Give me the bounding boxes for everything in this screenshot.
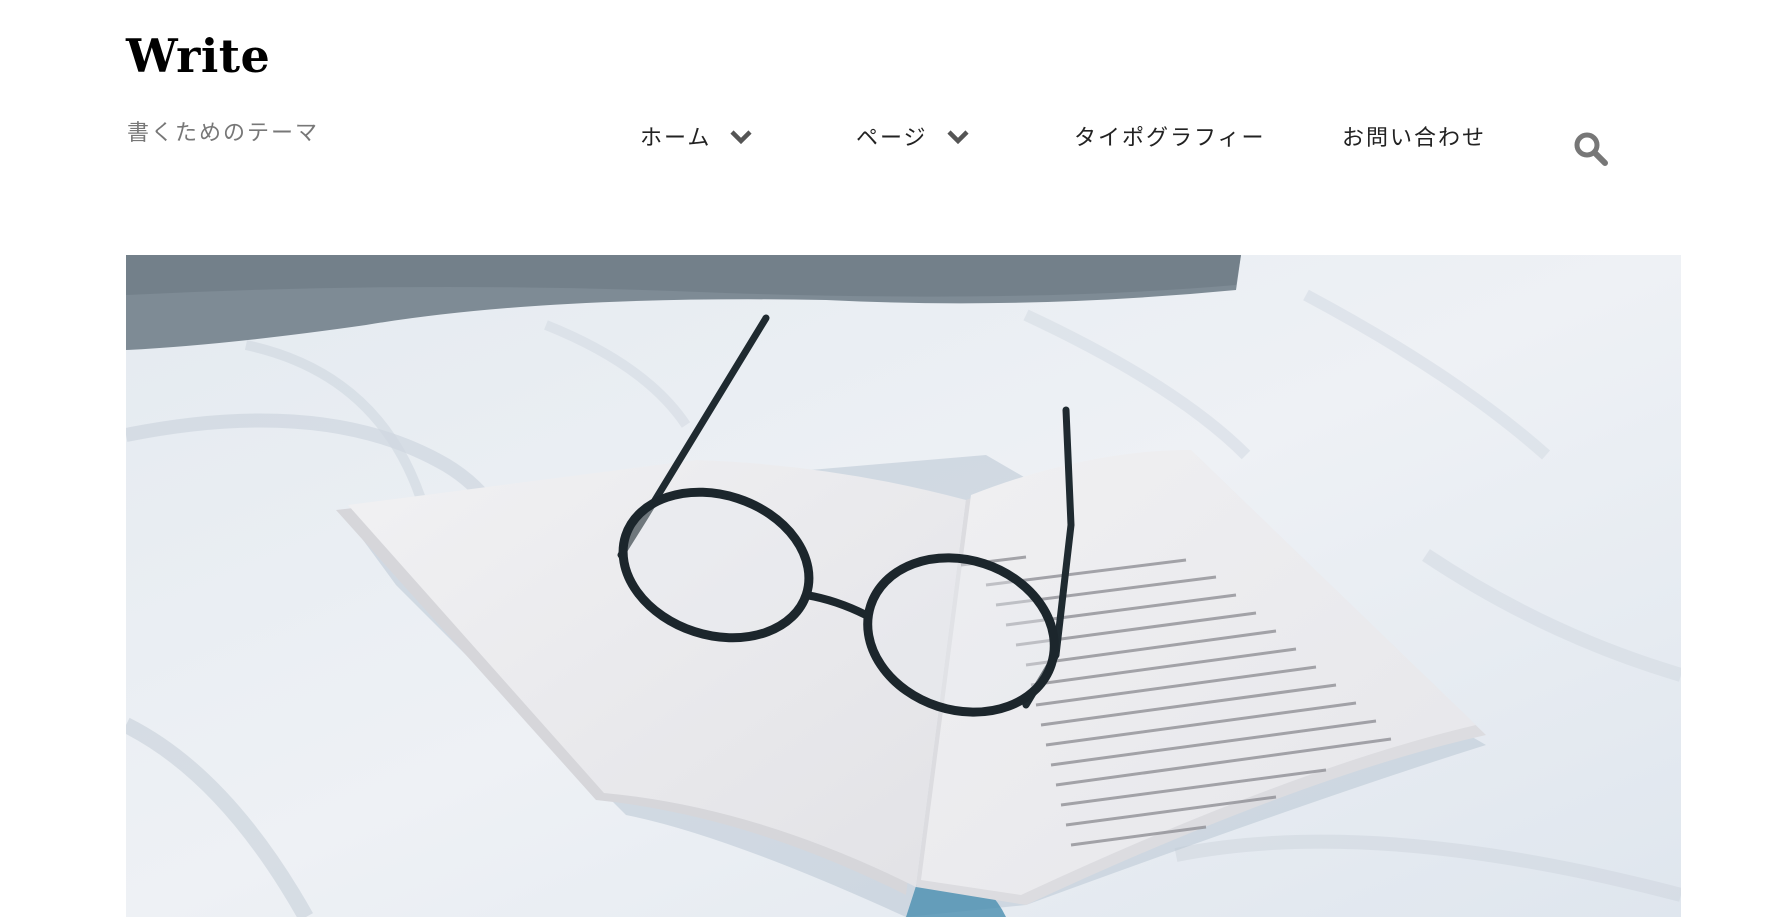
chevron-down-icon[interactable]	[946, 124, 970, 148]
nav-item-home[interactable]: ホーム	[640, 116, 753, 156]
nav-item-contact[interactable]: お問い合わせ	[1342, 116, 1486, 156]
nav-item-label: お問い合わせ	[1342, 126, 1487, 151]
nav-item-typography[interactable]: タイポグラフィー	[1074, 116, 1266, 156]
nav-item-label: タイポグラフィー	[1074, 126, 1266, 151]
site-title[interactable]: Write	[126, 24, 270, 88]
featured-image[interactable]	[126, 255, 1681, 917]
nav-item-label: ホーム	[640, 126, 712, 151]
chevron-down-icon[interactable]	[729, 124, 753, 148]
nav-item-label: ページ	[856, 126, 928, 151]
nav-item-pages[interactable]: ページ	[856, 116, 970, 156]
main-navigation: ホーム ページ タイポグラフィー お問い合わせ	[0, 116, 1772, 156]
search-button[interactable]	[1572, 130, 1610, 168]
search-icon	[1574, 132, 1608, 166]
